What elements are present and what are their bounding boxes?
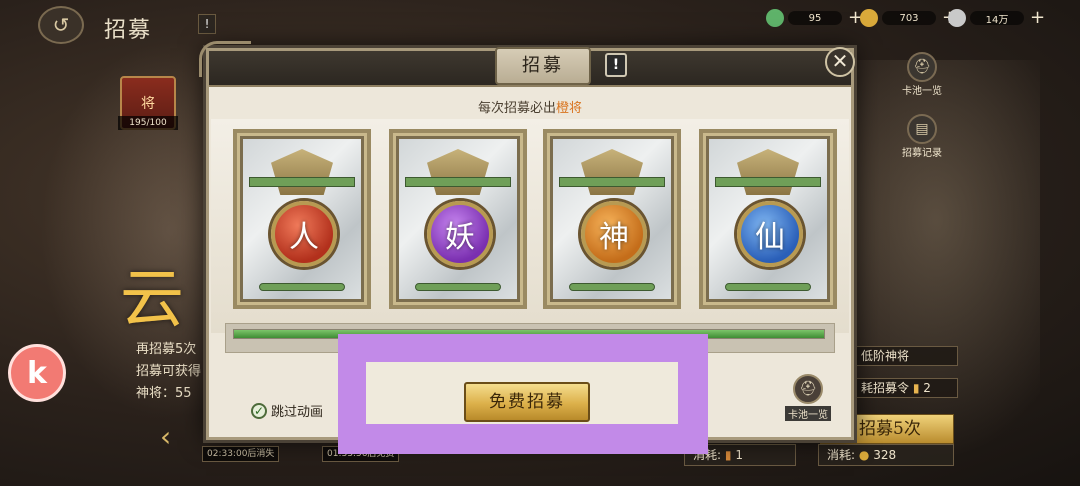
cards-area: 人 妖 神 仙 — [211, 119, 849, 333]
skip-animation-toggle[interactable]: ✓ 跳过动画 — [251, 401, 323, 420]
faction-orb: 妖 — [427, 201, 493, 267]
cost-label: 消耗: — [827, 448, 856, 462]
timer-expire: 02:33:00后消失 — [202, 446, 280, 462]
faction-char: 仙 — [755, 220, 785, 255]
crest-ornament — [581, 149, 643, 195]
chevron-left-icon[interactable]: ‹ — [160, 420, 171, 453]
scroll-icon: ▤ — [907, 114, 937, 144]
corner-ornament — [199, 41, 251, 77]
hero-name-char: 云 — [120, 263, 184, 337]
resource-coin: 14万 + — [948, 8, 1045, 28]
recruit-record-button[interactable]: ▤ 招募记录 — [894, 114, 950, 159]
bottom-ornament — [415, 283, 501, 291]
card-pool-button-modal[interactable]: ⛑ 卡池一览 — [784, 374, 832, 421]
faction-orb: 人 — [271, 201, 337, 267]
card-god[interactable]: 神 — [543, 129, 681, 309]
recruit-token-value: 2 — [923, 381, 931, 395]
helmet-icon: ⛑ — [907, 52, 937, 82]
crest-ornament — [271, 149, 333, 195]
gold-icon — [860, 9, 878, 27]
frame-ornament — [715, 177, 821, 187]
kk-letter: k — [27, 355, 47, 391]
bottom-ornament — [569, 283, 655, 291]
helmet-icon: ⛑ — [793, 374, 823, 404]
bottom-ornament — [725, 283, 811, 291]
bottom-ornament — [259, 283, 345, 291]
general-count: 195/100 — [118, 116, 178, 130]
card-pool-button[interactable]: ⛑ 卡池一览 — [894, 52, 950, 97]
add-coin-button[interactable]: + — [1030, 9, 1045, 27]
general-label: 将 — [141, 96, 155, 112]
cost-value: 328 — [873, 448, 897, 462]
info-icon[interactable]: ! — [198, 14, 216, 34]
card-human[interactable]: 人 — [233, 129, 371, 309]
subtitle-accent: 橙将 — [556, 101, 583, 116]
faction-orb: 仙 — [737, 201, 803, 267]
resource-gold: 703 + — [860, 8, 957, 28]
back-arrow-icon: ↺ — [52, 13, 70, 37]
modal-subtitle: 每次招募必出橙将 — [209, 97, 851, 116]
recruit-record-label: 招募记录 — [902, 148, 942, 159]
page-title: 招募 — [104, 18, 153, 43]
card-demon[interactable]: 妖 — [389, 129, 527, 309]
divine-general-text: 神将：55 — [136, 386, 192, 401]
faction-orb: 神 — [581, 201, 647, 267]
faction-char: 妖 — [445, 220, 475, 255]
subtitle-prefix: 每次招募必出 — [477, 101, 556, 116]
crest-ornament — [737, 149, 799, 195]
cost-right: 消耗: ● 328 — [818, 444, 954, 466]
card-immortal[interactable]: 仙 — [699, 129, 837, 309]
close-icon: ✕ — [831, 49, 849, 73]
card-pool-label: 卡池一览 — [785, 406, 831, 421]
frame-ornament — [249, 177, 355, 187]
recruit-again-text: 再招募5次 — [136, 342, 197, 357]
frame-ornament — [405, 177, 511, 187]
resource-value: 703 — [882, 11, 936, 25]
card-pool-label: 卡池一览 — [902, 86, 942, 97]
resource-value: 14万 — [970, 11, 1024, 26]
faction-char: 人 — [289, 220, 319, 255]
kk-overlay-icon[interactable]: k — [8, 344, 66, 402]
resource-value: 95 — [788, 11, 842, 25]
info-icon[interactable]: ! — [605, 53, 627, 77]
faction-char: 神 — [599, 220, 629, 255]
frame-ornament — [559, 177, 665, 187]
back-button[interactable]: ↺ — [38, 6, 84, 44]
checkmark-icon[interactable]: ✓ — [251, 402, 267, 419]
modal-title: 招募 — [495, 47, 591, 85]
low-tier-divine-label: 低阶神将 — [856, 346, 958, 366]
coin-icon — [948, 9, 966, 27]
close-button[interactable]: ✕ — [825, 47, 855, 77]
recruit-token-label: 耗招募令 — [861, 381, 910, 395]
crest-ornament — [427, 149, 489, 195]
jade-icon — [766, 9, 784, 27]
cost-value: 1 — [735, 448, 743, 462]
skip-animation-label: 跳过动画 — [271, 405, 324, 420]
recruit-token-cost: 耗招募令 ▮ 2 — [856, 378, 958, 398]
free-recruit-button[interactable]: 免费招募 — [464, 382, 590, 422]
recruit-reward-text: 招募可获得 — [136, 364, 202, 379]
resource-jade: 95 + — [766, 8, 863, 28]
